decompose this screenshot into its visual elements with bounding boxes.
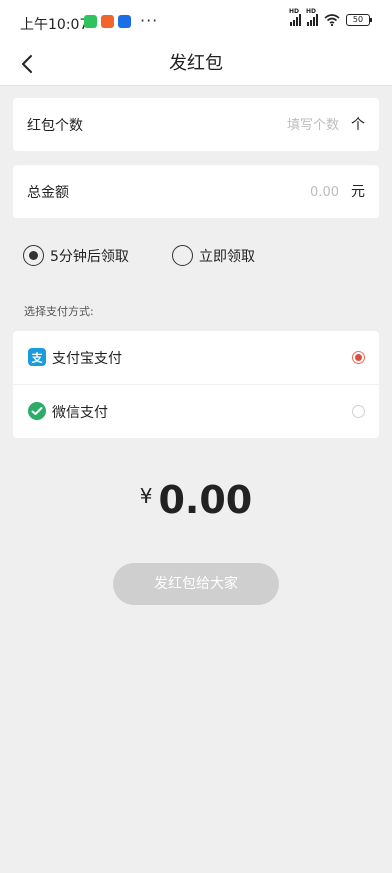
status-indicators: HD HD 50 xyxy=(289,8,372,26)
wechat-pay-icon xyxy=(28,402,46,420)
wechat-pay-radio[interactable] xyxy=(352,405,365,418)
alipay-icon: 支 xyxy=(28,348,46,366)
wechat-notification-icon xyxy=(84,15,97,28)
wechat-pay-label: 微信支付 xyxy=(52,405,108,421)
more-notifications-icon: ··· xyxy=(140,11,159,30)
radio-button[interactable] xyxy=(23,245,44,266)
count-label: 红包个数 xyxy=(27,118,83,134)
alipay-label: 支付宝支付 xyxy=(52,351,122,367)
nav-bar: 发红包 xyxy=(0,44,392,86)
wifi-icon xyxy=(324,14,340,26)
app-notification-icon xyxy=(118,15,131,28)
app-notification-icon xyxy=(101,15,114,28)
svg-text:支: 支 xyxy=(31,351,44,365)
claim-now-option[interactable]: 立即领取 xyxy=(172,245,255,266)
send-red-envelope-button[interactable]: 发红包给大家 xyxy=(113,563,279,605)
amount-row: 总金额 元 xyxy=(13,165,379,218)
claim-now-label: 立即领取 xyxy=(199,248,255,265)
count-row: 红包个数 个 xyxy=(13,98,379,151)
count-input[interactable] xyxy=(179,114,339,136)
status-bar: 上午10:07 ··· HD HD 50 xyxy=(0,0,392,44)
amount-label: 总金额 xyxy=(27,185,69,201)
amount-unit: 元 xyxy=(351,184,365,200)
amount-input[interactable] xyxy=(179,181,339,203)
payment-methods: 支 支付宝支付 微信支付 xyxy=(13,331,379,438)
total-amount: ¥0.00 xyxy=(0,478,392,522)
battery-icon: 50 xyxy=(346,14,372,26)
alipay-radio[interactable] xyxy=(352,351,365,364)
count-unit: 个 xyxy=(351,117,365,133)
claim-later-label: 5分钟后领取 xyxy=(50,248,129,265)
radio-button[interactable] xyxy=(172,245,193,266)
page-title: 发红包 xyxy=(169,53,223,74)
payment-method-alipay[interactable]: 支 支付宝支付 xyxy=(13,331,379,384)
payment-method-wechat[interactable]: 微信支付 xyxy=(13,384,379,437)
signal-icon: HD xyxy=(289,8,301,26)
payment-section-label: 选择支付方式: xyxy=(24,305,94,318)
currency-symbol: ¥ xyxy=(139,484,153,508)
signal-icon: HD xyxy=(306,8,318,26)
status-time: 上午10:07 xyxy=(20,17,89,33)
claim-later-option[interactable]: 5分钟后领取 xyxy=(23,245,129,266)
total-amount-value: 0.00 xyxy=(158,478,253,522)
notification-icons xyxy=(84,15,131,28)
